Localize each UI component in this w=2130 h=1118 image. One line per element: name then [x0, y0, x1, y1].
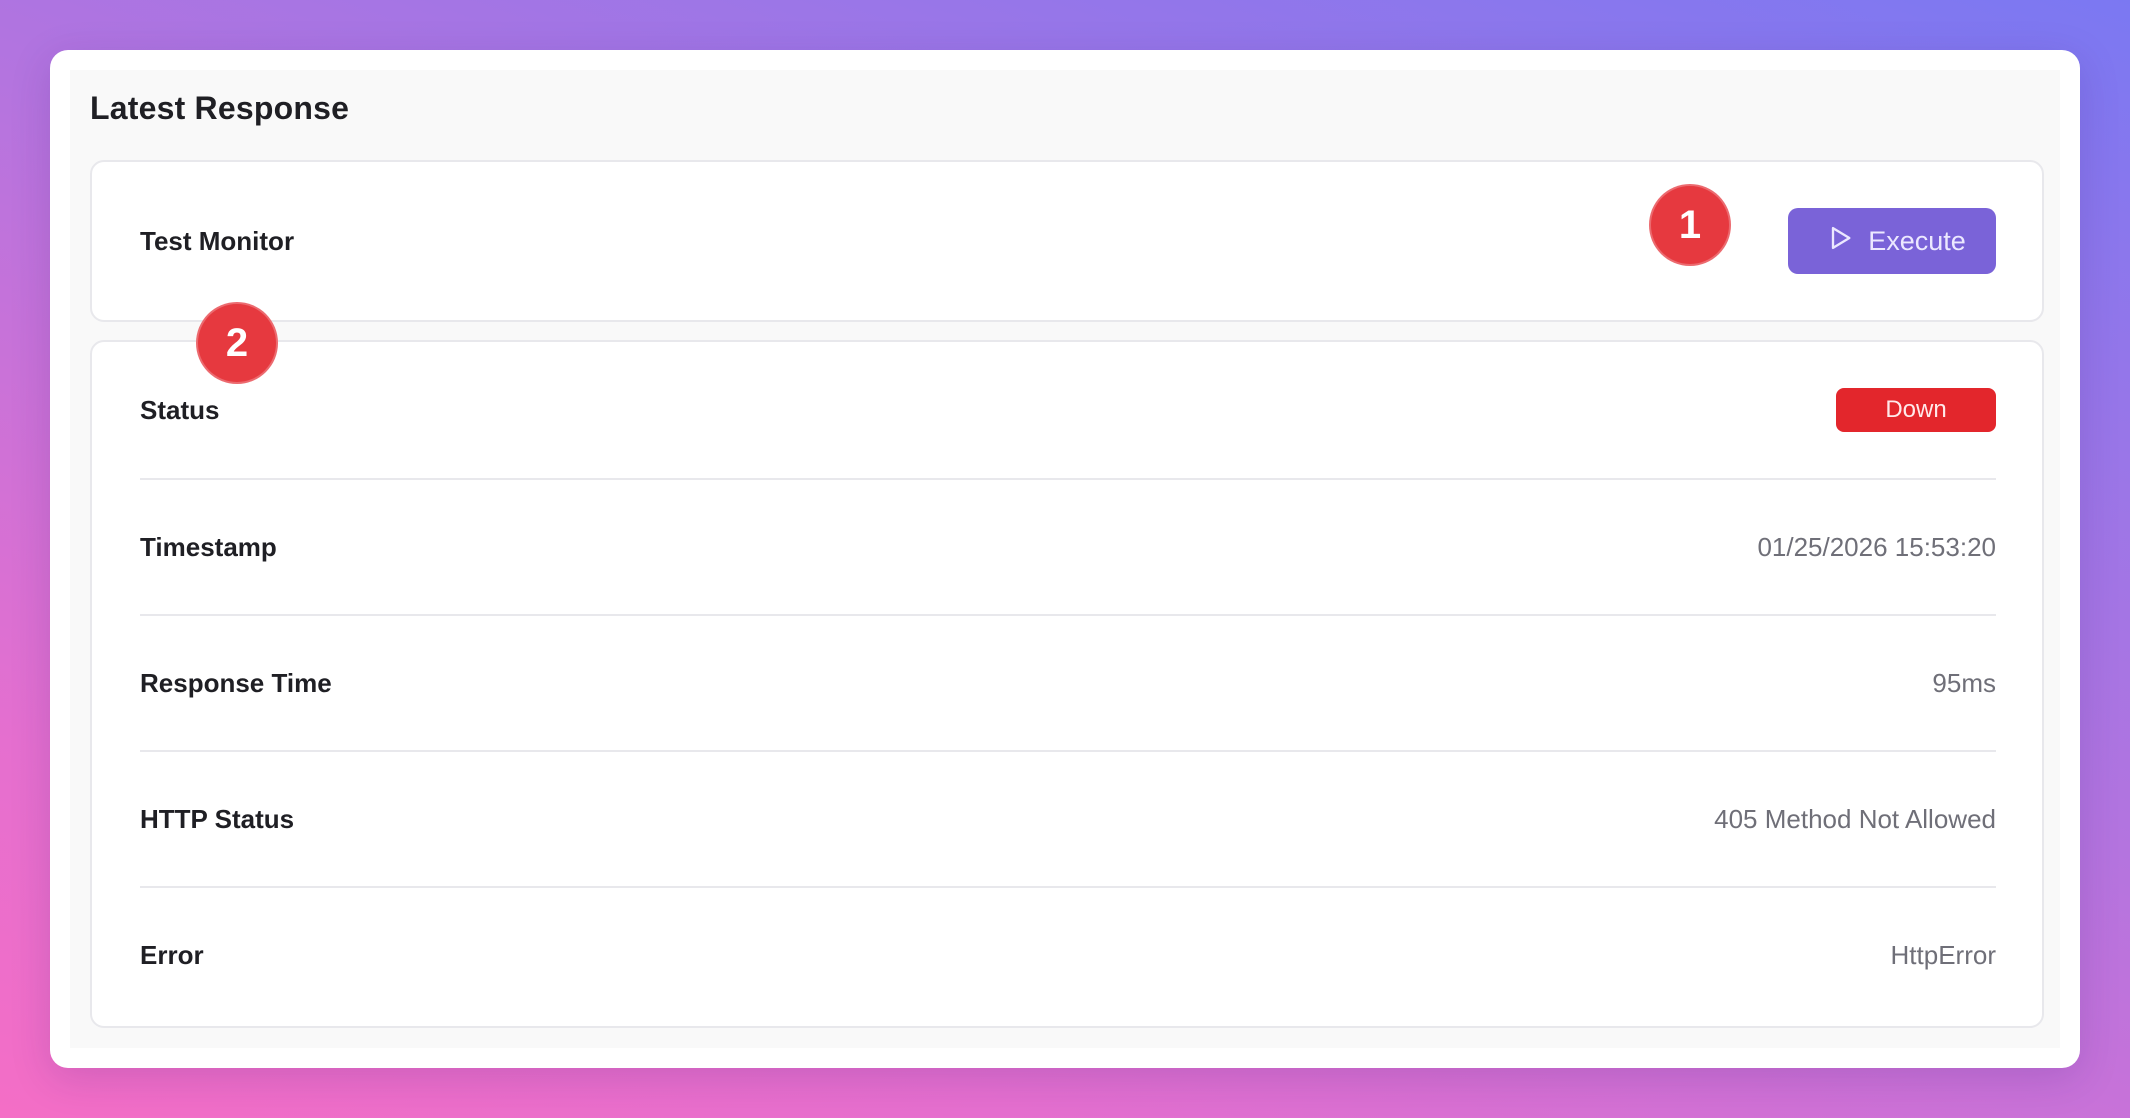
response-time-value: 95ms [1932, 667, 1996, 698]
error-value: HttpError [1890, 939, 1996, 970]
timestamp-label: Timestamp [140, 531, 277, 562]
response-time-row: Response Time 95ms [140, 614, 1996, 750]
error-label: Error [140, 939, 204, 970]
monitor-name: Test Monitor [140, 226, 295, 256]
http-status-row: HTTP Status 405 Method Not Allowed [140, 750, 1996, 886]
http-status-label: HTTP Status [140, 803, 295, 834]
play-icon [1826, 224, 1854, 259]
callout-badge-2: 2 [196, 302, 278, 384]
latest-response-panel: Latest Response Test Monitor Execute Sta… [70, 70, 2060, 1048]
execute-button[interactable]: Execute [1788, 208, 1996, 274]
status-row: Status Down [140, 342, 1996, 478]
error-row: Error HttpError [140, 886, 1996, 1022]
details-card: Status Down Timestamp 01/25/2026 15:53:2… [90, 340, 2044, 1028]
status-label: Status [140, 394, 220, 425]
callout-badge-1: 1 [1649, 184, 1731, 266]
status-badge: Down [1836, 388, 1996, 432]
timestamp-value: 01/25/2026 15:53:20 [1757, 531, 1996, 562]
timestamp-row: Timestamp 01/25/2026 15:53:20 [140, 478, 1996, 614]
panel-title: Latest Response [90, 90, 350, 126]
app-window: Latest Response Test Monitor Execute Sta… [50, 50, 2080, 1068]
response-time-label: Response Time [140, 667, 332, 698]
http-status-value: 405 Method Not Allowed [1714, 803, 1996, 834]
execute-button-label: Execute [1868, 225, 1966, 256]
monitor-card: Test Monitor Execute [90, 160, 2044, 322]
